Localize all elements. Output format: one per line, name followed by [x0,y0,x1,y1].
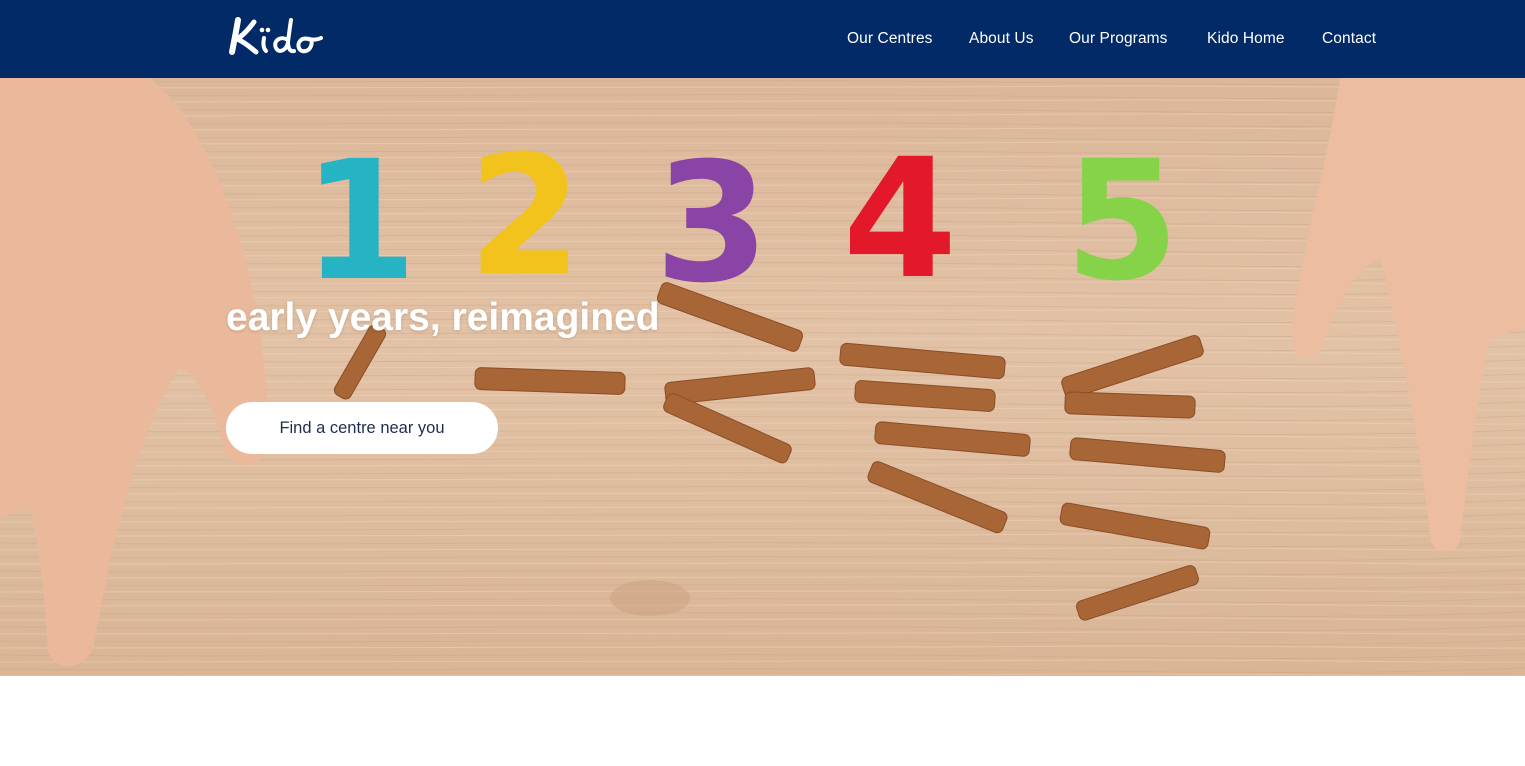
nav-contact[interactable]: Contact [1322,30,1376,48]
hero-heading: early years, reimagined [226,296,660,339]
nav-our-centres[interactable]: Our Centres [847,30,933,48]
top-navbar: Our Centres About Us Our Programs Kido H… [0,0,1525,78]
wood-knot [610,580,690,616]
number-one: 1 [303,125,418,317]
main-nav: Our Centres About Us Our Programs Kido H… [0,30,1525,54]
number-five: 5 [1065,125,1180,317]
number-two: 2 [468,120,583,312]
hero-background-image: 1 2 3 4 5 [0,78,1525,676]
nav-kido-home[interactable]: Kido Home [1207,30,1285,48]
hero-banner: 1 2 3 4 5 early years, reimagined Find a… [0,78,1525,676]
nav-our-programs[interactable]: Our Programs [1069,30,1168,48]
number-four: 4 [843,123,958,315]
find-centre-button[interactable]: Find a centre near you [226,402,498,454]
nav-about-us[interactable]: About Us [969,30,1034,48]
